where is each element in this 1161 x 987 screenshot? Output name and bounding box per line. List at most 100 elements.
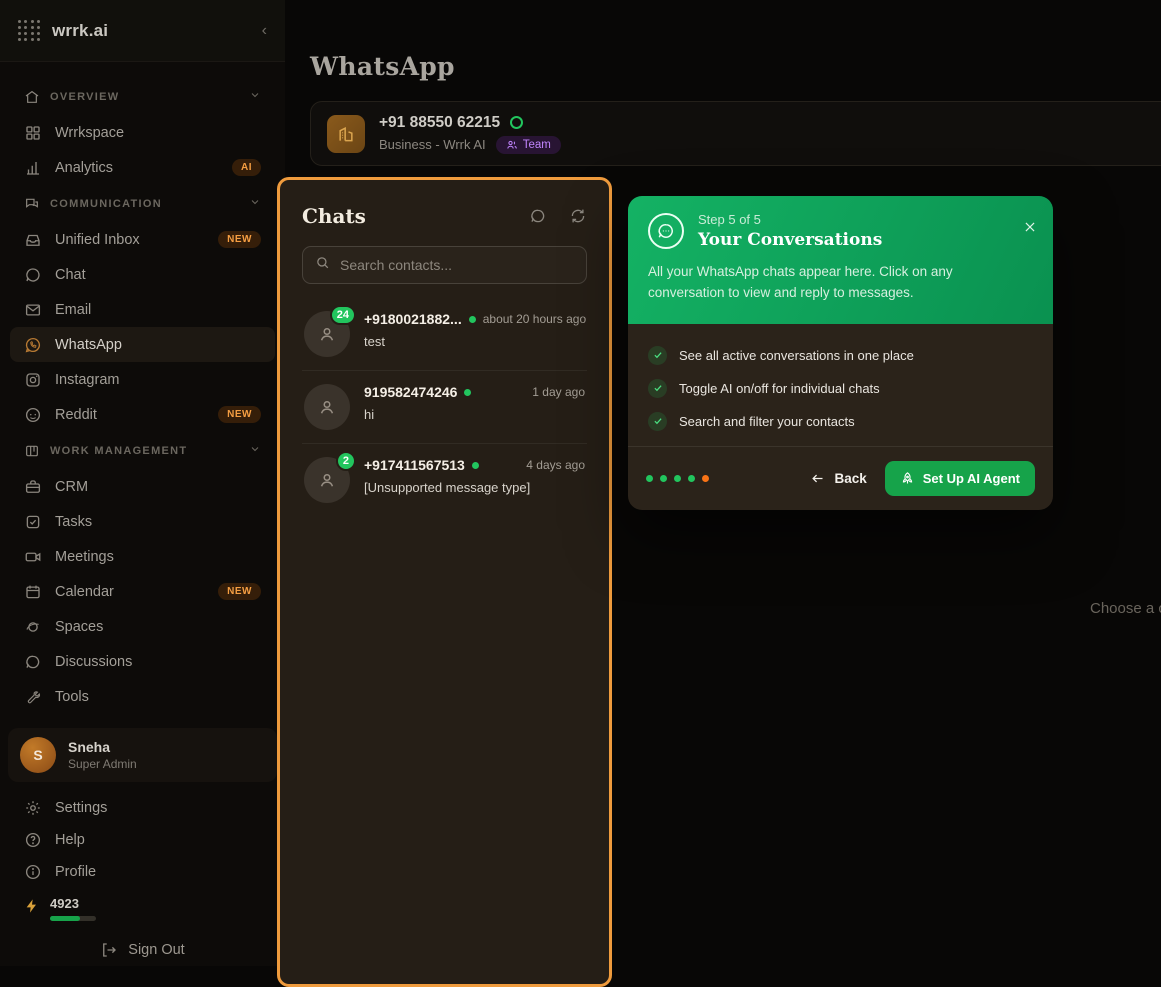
contact-avatar: 2 <box>304 451 356 503</box>
checklist-item: See all active conversations in one plac… <box>648 339 1033 372</box>
sidebar-item-calendar[interactable]: Calendar NEW <box>10 574 275 609</box>
sidebar-item-label: Meetings <box>55 548 114 565</box>
search-input[interactable] <box>340 257 574 273</box>
arrow-left-icon <box>812 474 823 483</box>
tour-step-label: Step 5 of 5 <box>698 212 761 227</box>
wrench-icon <box>24 688 42 706</box>
sidebar-item-crm[interactable]: CRM <box>10 469 275 504</box>
chats-title: Chats <box>302 204 366 228</box>
sidebar-item-discussions[interactable]: Discussions <box>10 644 275 679</box>
contact-name: +9180021882... <box>364 311 462 327</box>
reddit-icon <box>24 406 42 424</box>
setup-ai-agent-button[interactable]: Set Up AI Agent <box>884 460 1035 496</box>
check-icon <box>648 345 667 365</box>
sidebar-item-label: Tools <box>55 688 89 705</box>
chat-row[interactable]: 24 +9180021882... about 20 hours ago tes… <box>302 298 587 371</box>
chat-row[interactable]: 919582474246 1 day ago hi <box>302 371 587 444</box>
signout-button[interactable]: Sign Out <box>0 941 285 959</box>
chat-timestamp: about 20 hours ago <box>482 312 587 326</box>
sidebar-item-meetings[interactable]: Meetings <box>10 539 275 574</box>
cta-label: Set Up AI Agent <box>922 470 1020 486</box>
online-dot-icon <box>464 388 472 396</box>
new-chat-icon[interactable] <box>529 207 547 225</box>
sidebar-item-label: Discussions <box>55 653 133 670</box>
planet-icon <box>24 618 42 636</box>
page-title: WhatsApp <box>310 52 455 81</box>
help-icon <box>24 831 42 849</box>
section-communication[interactable]: COMMUNICATION <box>10 185 275 222</box>
inbox-icon <box>24 231 42 249</box>
sidebar-item-label: Instagram <box>55 371 120 388</box>
person-icon <box>320 400 334 414</box>
sidebar-item-email[interactable]: Email <box>10 292 275 327</box>
choose-conversation-hint: Choose a c <box>1090 600 1161 617</box>
sidebar-item-tasks[interactable]: Tasks <box>10 504 275 539</box>
chat-bubbles-icon <box>24 195 40 213</box>
sidebar-item-label: Profile <box>55 864 97 880</box>
instagram-icon <box>24 371 42 389</box>
close-icon[interactable] <box>1023 220 1037 239</box>
onboarding-tour-popup: Step 5 of 5 Your Conversations All your … <box>628 196 1053 510</box>
sidebar-item-unified-inbox[interactable]: Unified Inbox NEW <box>10 222 275 257</box>
sidebar-item-label: Email <box>55 301 92 318</box>
new-badge: NEW <box>218 231 261 248</box>
section-label: OVERVIEW <box>50 90 120 103</box>
section-label: WORK MANAGEMENT <box>50 444 188 457</box>
sidebar-item-label: Reddit <box>55 406 97 423</box>
user-card[interactable]: S Sneha Super Admin <box>8 728 277 782</box>
chat-preview: test <box>364 334 385 349</box>
sidebar-item-profile[interactable]: Profile <box>10 856 275 888</box>
chat-timestamp: 1 day ago <box>532 385 585 399</box>
credit-count: 4923 <box>50 896 79 911</box>
sidebar: wrrk.ai ‹ OVERVIEW Wrrkspace Analytics A… <box>0 0 285 966</box>
sidebar-item-tools[interactable]: Tools <box>10 679 275 714</box>
new-badge: NEW <box>218 583 261 600</box>
kanban-icon <box>24 442 40 460</box>
section-work-management[interactable]: WORK MANAGEMENT <box>10 432 275 469</box>
sidebar-item-reddit[interactable]: Reddit NEW <box>10 397 275 432</box>
sidebar-item-label: Unified Inbox <box>55 231 140 248</box>
chevron-down-icon <box>249 196 261 211</box>
contact-name: 919582474246 <box>364 384 458 400</box>
online-dot-icon <box>471 461 479 469</box>
back-button[interactable]: Back <box>810 471 867 486</box>
sidebar-item-analytics[interactable]: Analytics AI <box>10 150 275 185</box>
user-role: Super Admin <box>68 757 137 771</box>
sidebar-item-settings[interactable]: Settings <box>10 792 275 824</box>
info-icon <box>24 863 42 881</box>
business-subtitle: Business - Wrrk AI <box>379 137 486 152</box>
search-icon <box>315 255 330 275</box>
user-name: Sneha <box>68 739 111 755</box>
contact-search[interactable] <box>302 246 587 284</box>
sidebar-item-chat[interactable]: Chat <box>10 257 275 292</box>
grid-icon <box>24 124 42 142</box>
sidebar-collapse-icon[interactable]: ‹ <box>262 22 267 40</box>
chat-icon <box>24 266 42 284</box>
whatsapp-icon <box>24 336 42 354</box>
rocket-icon <box>902 472 912 484</box>
chevron-down-icon <box>249 89 261 104</box>
check-icon <box>648 411 667 431</box>
unread-badge: 24 <box>329 305 356 325</box>
online-dot-icon <box>468 315 476 323</box>
sidebar-item-wrrkspace[interactable]: Wrrkspace <box>10 115 275 150</box>
users-icon <box>506 140 517 149</box>
chat-preview: [Unsupported message type] <box>364 480 531 495</box>
whatsapp-connection-card[interactable]: +91 88550 62215 Business - Wrrk AI Team <box>310 101 1161 166</box>
sidebar-item-whatsapp[interactable]: WhatsApp <box>10 327 275 362</box>
gear-icon <box>24 799 42 817</box>
section-overview[interactable]: OVERVIEW <box>10 78 275 115</box>
sidebar-item-help[interactable]: Help <box>10 824 275 856</box>
credits: 4923 <box>0 888 285 921</box>
message-dots-icon <box>648 213 684 249</box>
sidebar-nav: OVERVIEW Wrrkspace Analytics AI COMMUNIC… <box>0 62 285 714</box>
refresh-icon[interactable] <box>569 207 587 225</box>
sidebar-item-instagram[interactable]: Instagram <box>10 362 275 397</box>
business-building-icon <box>327 114 365 153</box>
sidebar-item-spaces[interactable]: Spaces <box>10 609 275 644</box>
chat-timestamp: 4 days ago <box>526 458 585 472</box>
signout-icon <box>100 941 118 959</box>
sidebar-header: wrrk.ai ‹ <box>0 0 285 62</box>
chat-row[interactable]: 2 +917411567513 4 days ago [Unsupported … <box>302 444 587 516</box>
contact-name: +917411567513 <box>364 457 465 473</box>
